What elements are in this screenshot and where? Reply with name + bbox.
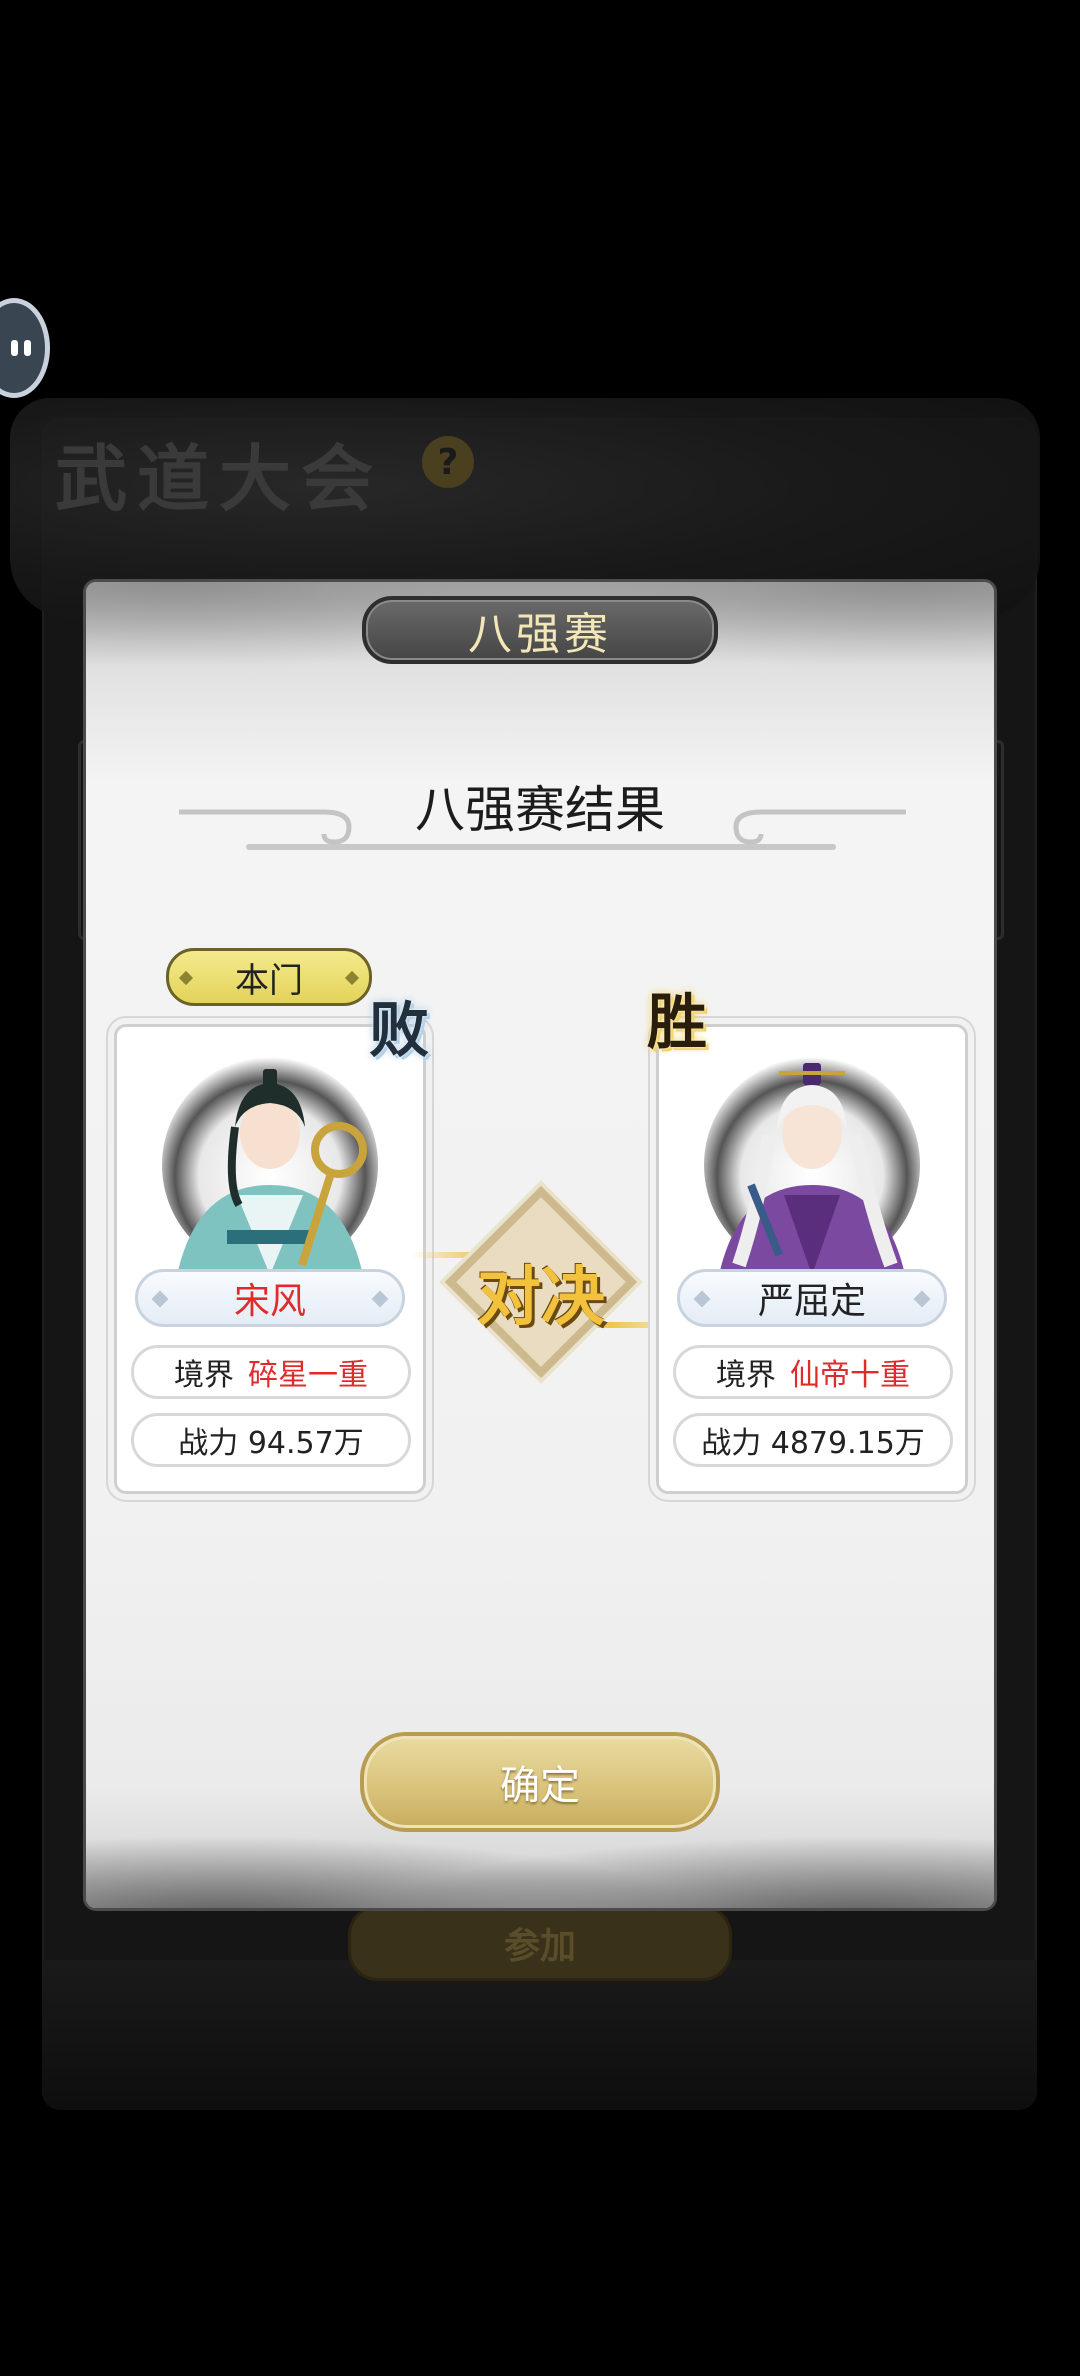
lose-badge: 败 bbox=[369, 995, 429, 1066]
floating-menu-button[interactable] bbox=[0, 298, 50, 398]
fighter-portrait bbox=[127, 1035, 413, 1275]
realm-value: 碎星一重 bbox=[248, 1358, 368, 1393]
realm-label: 境界 bbox=[174, 1358, 234, 1393]
fighter-card-right[interactable]: 严屈定 境界 仙帝十重 战力 4879.15万 bbox=[656, 1024, 968, 1494]
divider bbox=[246, 844, 836, 850]
power-field: 战力 94.57万 bbox=[131, 1413, 411, 1467]
page-title: 武道大会 bbox=[55, 436, 384, 521]
realm-value: 仙帝十重 bbox=[790, 1358, 910, 1393]
confirm-button[interactable]: 确定 bbox=[360, 1732, 720, 1832]
versus-label: 对决 bbox=[477, 1260, 605, 1335]
realm-field: 境界 碎星一重 bbox=[131, 1345, 411, 1399]
join-button[interactable]: 参加 bbox=[348, 1905, 732, 1981]
help-icon[interactable]: ? bbox=[422, 436, 474, 488]
fighter-name: 宋风 bbox=[135, 1269, 405, 1327]
fighter-name: 严屈定 bbox=[677, 1269, 947, 1327]
home-sect-tag: 本门 bbox=[166, 948, 372, 1006]
power-text: 战力 94.57万 bbox=[178, 1426, 364, 1461]
fighter-portrait bbox=[669, 1035, 955, 1275]
versus-emblem: 对决 bbox=[411, 1182, 691, 1382]
pause-icon bbox=[11, 340, 31, 356]
result-heading: 八强赛结果 bbox=[415, 781, 665, 839]
realm-label: 境界 bbox=[716, 1358, 776, 1393]
realm-field: 境界 仙帝十重 bbox=[673, 1345, 953, 1399]
power-text: 战力 4879.15万 bbox=[701, 1426, 925, 1461]
cloud-decoration bbox=[42, 1960, 1037, 2110]
fighter-card-left[interactable]: 宋风 境界 碎星一重 战力 94.57万 bbox=[114, 1024, 426, 1494]
win-badge: 胜 bbox=[647, 987, 707, 1058]
dialog-title: 八强赛 bbox=[362, 596, 718, 664]
match-result-dialog: 八强赛 八强赛结果 本门 宋风 境界 碎星一重 战力 94.57万 败 对决 严… bbox=[86, 582, 994, 1908]
power-field: 战力 4879.15万 bbox=[673, 1413, 953, 1467]
